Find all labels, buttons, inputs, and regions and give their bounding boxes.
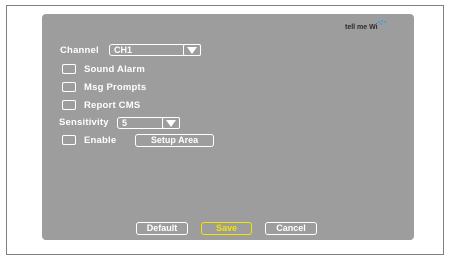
channel-dropdown-button[interactable]	[183, 44, 201, 56]
report-cms-label: Report CMS	[84, 100, 141, 111]
enable-checkbox[interactable]	[62, 135, 76, 145]
channel-label: Channel	[60, 45, 99, 56]
chevron-down-icon	[187, 47, 197, 54]
channel-value: CH1	[114, 45, 133, 55]
sensitivity-select[interactable]: 5	[117, 117, 180, 129]
msg-prompts-label: Msg Prompts	[84, 82, 147, 93]
enable-label: Enable	[84, 135, 117, 146]
sound-alarm-label: Sound Alarm	[84, 64, 145, 75]
channel-select[interactable]: CH1	[109, 44, 201, 56]
chevron-down-icon	[166, 120, 176, 127]
sound-alarm-checkbox[interactable]	[62, 64, 76, 74]
default-button[interactable]: Default	[136, 222, 188, 235]
save-button[interactable]: Save	[201, 222, 252, 235]
sensitivity-value: 5	[122, 118, 128, 128]
msg-prompts-checkbox[interactable]	[62, 82, 76, 92]
settings-panel: tell me Wi Channel CH1 Sound Alarm Msg P…	[42, 14, 414, 240]
sensitivity-label: Sensitivity	[59, 117, 109, 128]
report-cms-checkbox[interactable]	[62, 100, 76, 110]
logo-dot	[380, 23, 382, 25]
cancel-button[interactable]: Cancel	[265, 222, 317, 235]
brand-logo: tell me Wi	[345, 20, 393, 33]
sensitivity-dropdown-button[interactable]	[162, 117, 180, 129]
logo-dot	[384, 21, 386, 23]
logo-dot	[381, 20, 383, 22]
logo-text: tell me Wi	[345, 24, 378, 31]
setup-area-button[interactable]: Setup Area	[135, 134, 214, 147]
